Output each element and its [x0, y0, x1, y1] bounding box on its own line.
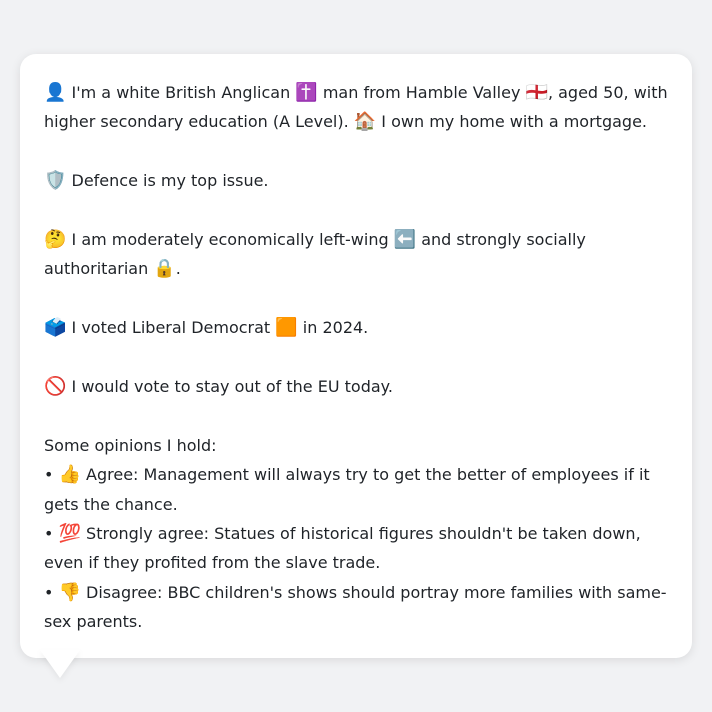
persona-message-bubble: 👤 I'm a white British Anglican ✝️ man fr…	[20, 54, 692, 658]
orange-square-icon: 🟧	[275, 317, 298, 339]
thinking-face-icon: 🤔	[44, 229, 67, 250]
opinions-heading: Some opinions I hold:	[44, 435, 217, 455]
list-item: • 💯 Strongly agree: Statues of historica…	[44, 523, 641, 573]
shield-icon: 🛡️	[44, 170, 67, 192]
bubble-tail	[40, 650, 80, 678]
intro-paragraph: 👤 I'm a white British Anglican ✝️ man fr…	[44, 82, 668, 133]
vote-paragraph: 🗳️ I voted Liberal Democrat 🟧 in 2024.	[44, 317, 369, 339]
left-arrow-icon: ⬅️	[393, 229, 417, 250]
lock-icon: 🔒	[153, 258, 176, 280]
person-icon: 👤	[44, 82, 67, 103]
thumbs-up-icon: 👍	[58, 464, 81, 486]
top-issue-paragraph: 🛡️ Defence is my top issue.	[44, 170, 269, 192]
cross-icon: ✝️	[295, 82, 318, 103]
thumbs-down-icon: 👎	[58, 581, 81, 603]
opinions-list: • 👍 Agree: Management will always try to…	[44, 460, 672, 636]
eu-paragraph: 🚫 I would vote to stay out of the EU tod…	[44, 376, 393, 397]
house-icon: 🏠	[353, 111, 377, 133]
message-content: 👤 I'm a white British Anglican ✝️ man fr…	[44, 78, 672, 637]
ideology-paragraph: 🤔 I am moderately economically left-wing…	[44, 229, 586, 280]
ballot-box-icon: 🗳️	[44, 317, 67, 339]
hundred-points-icon: 💯	[58, 523, 81, 545]
england-flag-icon: 🏴󠁧󠁢󠁥󠁮󠁧󠁿	[525, 82, 548, 103]
prohibited-icon: 🚫	[44, 376, 67, 397]
list-item: • 👍 Agree: Management will always try to…	[44, 464, 650, 514]
list-item: • 👎 Disagree: BBC children's shows shoul…	[44, 581, 667, 632]
